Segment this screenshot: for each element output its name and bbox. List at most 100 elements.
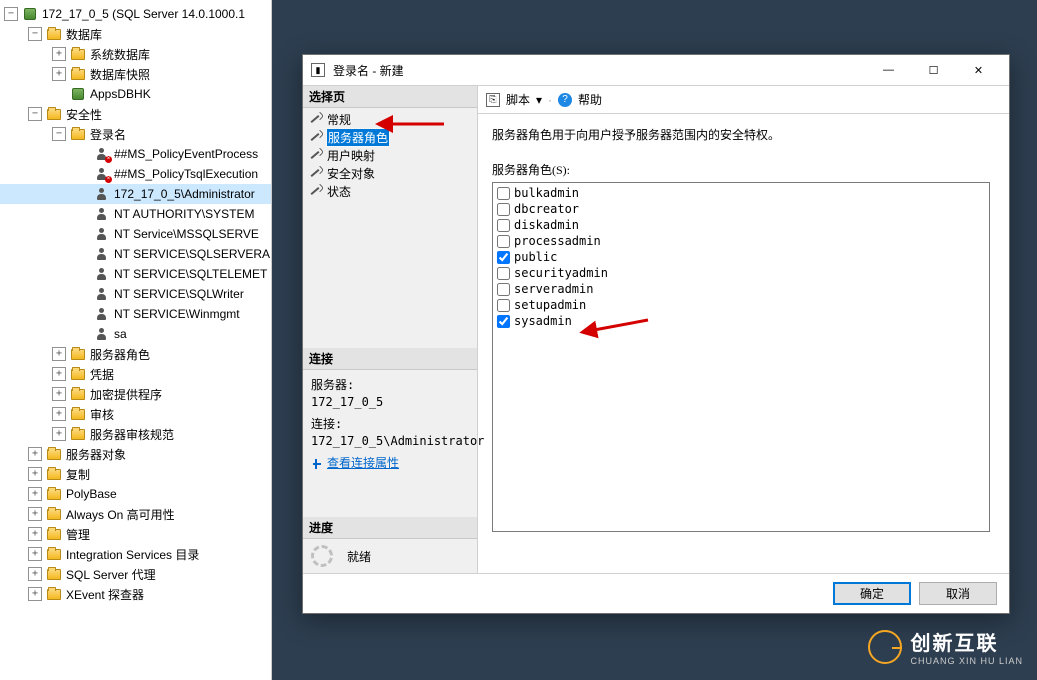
tree-label: 审核	[90, 406, 114, 423]
user-icon	[94, 327, 110, 341]
role-row[interactable]: setupadmin	[495, 297, 987, 313]
expand-icon[interactable]: +	[52, 47, 66, 61]
script-button[interactable]: 脚本	[506, 91, 530, 108]
tree-label: 凭据	[90, 366, 114, 383]
role-row[interactable]: securityadmin	[495, 265, 987, 281]
expand-icon[interactable]: +	[52, 367, 66, 381]
tree-row[interactable]: + 审核	[0, 404, 271, 424]
expand-icon[interactable]: +	[52, 407, 66, 421]
help-button[interactable]: 帮助	[578, 91, 602, 108]
tree-row-databases[interactable]: − 数据库	[0, 24, 271, 44]
cancel-button[interactable]: 取消	[919, 582, 997, 605]
page-item[interactable]: 安全对象	[303, 164, 477, 182]
tree-label: 数据库快照	[90, 66, 150, 83]
ok-button[interactable]: 确定	[833, 582, 911, 605]
tree-row[interactable]: + 凭据	[0, 364, 271, 384]
user-icon	[94, 227, 110, 241]
expand-icon[interactable]: +	[28, 507, 42, 521]
role-row[interactable]: processadmin	[495, 233, 987, 249]
collapse-icon[interactable]: −	[28, 107, 42, 121]
tree-row-login[interactable]: ×##MS_PolicyEventProcess	[0, 144, 271, 164]
role-row[interactable]: public	[495, 249, 987, 265]
expand-icon[interactable]: +	[28, 487, 42, 501]
page-item[interactable]: 用户映射	[303, 146, 477, 164]
tree-row-login[interactable]: NT AUTHORITY\SYSTEM	[0, 204, 271, 224]
tree-row[interactable]: +系统数据库	[0, 44, 271, 64]
tree-row-login[interactable]: 172_17_0_5\Administrator	[0, 184, 271, 204]
role-checkbox[interactable]	[497, 315, 510, 328]
tree-row-login[interactable]: NT Service\MSSQLSERVE	[0, 224, 271, 244]
role-checkbox[interactable]	[497, 235, 510, 248]
minimize-button[interactable]: —	[866, 56, 911, 85]
role-row[interactable]: bulkadmin	[495, 185, 987, 201]
tree-row-security[interactable]: − 安全性	[0, 104, 271, 124]
dropdown-icon[interactable]: ▾	[536, 93, 542, 107]
tree-row[interactable]: +Integration Services 目录	[0, 544, 271, 564]
expand-icon[interactable]: +	[28, 587, 42, 601]
database-icon	[70, 87, 86, 101]
collapse-icon[interactable]: −	[28, 27, 42, 41]
expand-icon[interactable]: +	[28, 467, 42, 481]
page-item[interactable]: 状态	[303, 182, 477, 200]
tree-row[interactable]: + 复制	[0, 464, 271, 484]
tree-row-login[interactable]: NT SERVICE\Winmgmt	[0, 304, 271, 324]
tree-label: 复制	[66, 466, 90, 483]
role-checkbox[interactable]	[497, 187, 510, 200]
close-button[interactable]: ✕	[956, 56, 1001, 85]
collapse-icon[interactable]: −	[52, 127, 66, 141]
tree-row-login[interactable]: NT SERVICE\SQLTELEMET	[0, 264, 271, 284]
folder-icon	[46, 447, 62, 461]
tree-row[interactable]: +服务器审核规范	[0, 424, 271, 444]
role-checkbox[interactable]	[497, 219, 510, 232]
role-checkbox[interactable]	[497, 251, 510, 264]
tree-row[interactable]: +Always On 高可用性	[0, 504, 271, 524]
titlebar[interactable]: ▮ 登录名 - 新建 — ☐ ✕	[303, 55, 1009, 85]
tree-row[interactable]: + 数据库快照	[0, 64, 271, 84]
folder-icon	[70, 67, 86, 81]
tree-row-server[interactable]: − 172_17_0_5 (SQL Server 14.0.1000.1	[0, 4, 271, 24]
tree-row[interactable]: +管理	[0, 524, 271, 544]
expand-icon[interactable]: +	[28, 547, 42, 561]
role-row[interactable]: diskadmin	[495, 217, 987, 233]
role-checkbox[interactable]	[497, 299, 510, 312]
tree-row[interactable]: +SQL Server 代理	[0, 564, 271, 584]
expand-icon[interactable]: +	[28, 527, 42, 541]
tree-row[interactable]: +服务器对象	[0, 444, 271, 464]
page-item[interactable]: 服务器角色	[303, 128, 477, 146]
tree-row-login[interactable]: NT SERVICE\SQLSERVERA	[0, 244, 271, 264]
role-checkbox[interactable]	[497, 203, 510, 216]
tree-label: 登录名	[90, 126, 126, 143]
page-item[interactable]: 常规	[303, 110, 477, 128]
expand-icon[interactable]: +	[52, 387, 66, 401]
role-row[interactable]: dbcreator	[495, 201, 987, 217]
tree-row-logins[interactable]: − 登录名	[0, 124, 271, 144]
role-checkbox[interactable]	[497, 283, 510, 296]
view-connection-properties[interactable]: 查看连接属性	[311, 454, 469, 471]
expand-icon[interactable]: +	[28, 447, 42, 461]
tree-row[interactable]: AppsDBHK	[0, 84, 271, 104]
expand-icon[interactable]: +	[52, 347, 66, 361]
role-row[interactable]: sysadmin	[495, 313, 987, 329]
maximize-button[interactable]: ☐	[911, 56, 956, 85]
user-icon: ×	[94, 167, 110, 181]
tree-label: PolyBase	[66, 487, 117, 501]
tree-row-login[interactable]: NT SERVICE\SQLWriter	[0, 284, 271, 304]
watermark-logo	[868, 630, 902, 664]
role-checkbox[interactable]	[497, 267, 510, 280]
role-row[interactable]: serveradmin	[495, 281, 987, 297]
user-icon	[94, 247, 110, 261]
tree-label: sa	[114, 327, 127, 341]
server-roles-list[interactable]: bulkadmindbcreatordiskadminprocessadminp…	[492, 182, 990, 532]
tree-row-login[interactable]: ×##MS_PolicyTsqlExecution	[0, 164, 271, 184]
tree-row[interactable]: +加密提供程序	[0, 384, 271, 404]
collapse-icon[interactable]: −	[4, 7, 18, 21]
expand-icon[interactable]: +	[52, 67, 66, 81]
tree-row[interactable]: + PolyBase	[0, 484, 271, 504]
tree-row[interactable]: +服务器角色	[0, 344, 271, 364]
expand-icon[interactable]: +	[28, 567, 42, 581]
role-name: securityadmin	[514, 266, 608, 280]
expand-icon[interactable]: +	[52, 427, 66, 441]
tree-row-login[interactable]: sa	[0, 324, 271, 344]
tree-row[interactable]: +XEvent 探查器	[0, 584, 271, 604]
expand-icon[interactable]	[52, 87, 66, 101]
